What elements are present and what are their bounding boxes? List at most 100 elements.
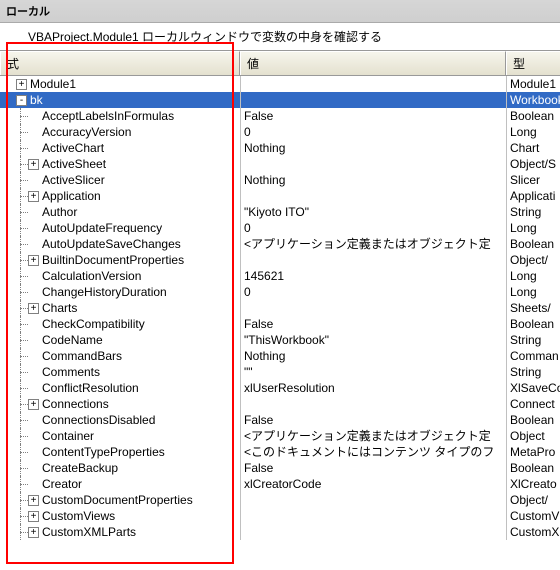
type-cell: Long — [506, 124, 560, 140]
expression-cell[interactable]: ConnectionsDisabled — [0, 412, 240, 428]
property-name: bk — [30, 92, 43, 108]
expression-cell[interactable]: +CustomViews — [0, 508, 240, 524]
property-name: ActiveSheet — [42, 156, 106, 172]
expression-cell[interactable]: CalculationVersion — [0, 268, 240, 284]
value-cell: Nothing — [240, 140, 506, 156]
type-cell: String — [506, 332, 560, 348]
tree-row[interactable]: ActiveChartNothingChart — [0, 140, 560, 156]
expression-cell[interactable]: +Application — [0, 188, 240, 204]
tree-row[interactable]: +ActiveSheet Object/S — [0, 156, 560, 172]
value-cell: Nothing — [240, 348, 506, 364]
expression-cell[interactable]: Creator — [0, 476, 240, 492]
tree-row[interactable]: CreatorxlCreatorCodeXlCreato — [0, 476, 560, 492]
type-cell: String — [506, 204, 560, 220]
expand-icon[interactable]: + — [28, 511, 39, 522]
tree-row[interactable]: ActiveSlicerNothingSlicer — [0, 172, 560, 188]
type-cell: Object/S — [506, 156, 560, 172]
expression-cell[interactable]: ChangeHistoryDuration — [0, 284, 240, 300]
tree-row[interactable]: AccuracyVersion0Long — [0, 124, 560, 140]
expression-cell[interactable]: ContentTypeProperties — [0, 444, 240, 460]
value-cell: 145621 — [240, 268, 506, 284]
type-cell: Comman — [506, 348, 560, 364]
value-cell: False — [240, 412, 506, 428]
expression-cell[interactable]: Author — [0, 204, 240, 220]
tree-row[interactable]: AcceptLabelsInFormulasFalseBoolean — [0, 108, 560, 124]
tree-row[interactable]: CalculationVersion145621Long — [0, 268, 560, 284]
context-bar: VBAProject.Module1 ローカルウィンドウで変数の中身を確認する — [0, 23, 560, 51]
value-cell: xlCreatorCode — [240, 476, 506, 492]
tree-row[interactable]: +Connections Connect — [0, 396, 560, 412]
tree-row[interactable]: -bkWorkbook — [0, 92, 560, 108]
type-cell: Applicati — [506, 188, 560, 204]
value-cell: False — [240, 316, 506, 332]
expression-cell[interactable]: Comments — [0, 364, 240, 380]
tree-row[interactable]: +CustomDocumentPropertiesObject/ — [0, 492, 560, 508]
expression-cell[interactable]: ConflictResolution — [0, 380, 240, 396]
expand-icon[interactable]: + — [28, 191, 39, 202]
expression-cell[interactable]: +CustomXMLParts — [0, 524, 240, 540]
expression-cell[interactable]: +Charts — [0, 300, 240, 316]
tree-row[interactable]: ConnectionsDisabledFalseBoolean — [0, 412, 560, 428]
tree-row[interactable]: +Application Applicati — [0, 188, 560, 204]
tree-row[interactable]: ConflictResolutionxlUserResolutionXlSave… — [0, 380, 560, 396]
expression-cell[interactable]: Container — [0, 428, 240, 444]
expression-cell[interactable]: AutoUpdateSaveChanges — [0, 236, 240, 252]
tree-row[interactable]: Author"Kiyoto ITO"String — [0, 204, 560, 220]
tree-row[interactable]: AutoUpdateFrequency0Long — [0, 220, 560, 236]
expression-cell[interactable]: +Module1 — [0, 76, 240, 92]
expand-icon[interactable]: + — [28, 527, 39, 538]
collapse-icon[interactable]: - — [16, 95, 27, 106]
expression-cell[interactable]: +Connections — [0, 396, 240, 412]
expression-cell[interactable]: AccuracyVersion — [0, 124, 240, 140]
expression-cell[interactable]: -bk — [0, 92, 240, 108]
tree-row[interactable]: CodeName"ThisWorkbook"String — [0, 332, 560, 348]
tree-row[interactable]: +ChartsSheets/ — [0, 300, 560, 316]
expression-cell[interactable]: AcceptLabelsInFormulas — [0, 108, 240, 124]
type-cell: Boolean — [506, 316, 560, 332]
tree-row[interactable]: +CustomViews CustomV — [0, 508, 560, 524]
tree-row[interactable]: AutoUpdateSaveChanges<アプリケーション定義またはオブジェク… — [0, 236, 560, 252]
property-name: Charts — [42, 300, 77, 316]
property-name: ActiveChart — [42, 140, 104, 156]
tree-row[interactable]: CommandBarsNothingComman — [0, 348, 560, 364]
property-name: CheckCompatibility — [42, 316, 145, 332]
expand-icon[interactable]: + — [28, 159, 39, 170]
expression-cell[interactable]: CommandBars — [0, 348, 240, 364]
expression-cell[interactable]: AutoUpdateFrequency — [0, 220, 240, 236]
column-header-expression[interactable]: 式 — [0, 51, 240, 75]
expression-cell[interactable]: ActiveSlicer — [0, 172, 240, 188]
property-name: Container — [42, 428, 94, 444]
value-cell: 0 — [240, 220, 506, 236]
column-header-value[interactable]: 値 — [240, 51, 506, 75]
expand-icon[interactable]: + — [28, 303, 39, 314]
tree-row[interactable]: ContentTypeProperties<このドキュメントにはコンテンツ タイ… — [0, 444, 560, 460]
expression-cell[interactable]: +BuiltinDocumentProperties — [0, 252, 240, 268]
expression-cell[interactable]: +ActiveSheet — [0, 156, 240, 172]
expression-cell[interactable]: ActiveChart — [0, 140, 240, 156]
tree-row[interactable]: +CustomXMLPartsCustomX — [0, 524, 560, 540]
property-name: CustomDocumentProperties — [42, 492, 193, 508]
tree-row[interactable]: +Module1Module1 — [0, 76, 560, 92]
tree-row[interactable]: Comments""String — [0, 364, 560, 380]
expand-icon[interactable]: + — [28, 495, 39, 506]
type-cell: Connect — [506, 396, 560, 412]
value-cell: "ThisWorkbook" — [240, 332, 506, 348]
tree-row[interactable]: Container<アプリケーション定義またはオブジェクト定Object — [0, 428, 560, 444]
expression-cell[interactable]: CreateBackup — [0, 460, 240, 476]
type-cell: CustomV — [506, 508, 560, 524]
property-name: CreateBackup — [42, 460, 118, 476]
tree-row[interactable]: ChangeHistoryDuration0Long — [0, 284, 560, 300]
expand-icon[interactable]: + — [28, 255, 39, 266]
expand-icon[interactable]: + — [16, 79, 27, 90]
locals-tree[interactable]: +Module1Module1-bkWorkbookAcceptLabelsIn… — [0, 76, 560, 540]
expression-cell[interactable]: +CustomDocumentProperties — [0, 492, 240, 508]
property-name: Connections — [42, 396, 109, 412]
expand-icon[interactable]: + — [28, 399, 39, 410]
column-header-type[interactable]: 型 — [506, 51, 560, 75]
value-cell: 0 — [240, 284, 506, 300]
expression-cell[interactable]: CodeName — [0, 332, 240, 348]
tree-row[interactable]: +BuiltinDocumentPropertiesObject/ — [0, 252, 560, 268]
tree-row[interactable]: CreateBackupFalseBoolean — [0, 460, 560, 476]
expression-cell[interactable]: CheckCompatibility — [0, 316, 240, 332]
tree-row[interactable]: CheckCompatibility FalseBoolean — [0, 316, 560, 332]
